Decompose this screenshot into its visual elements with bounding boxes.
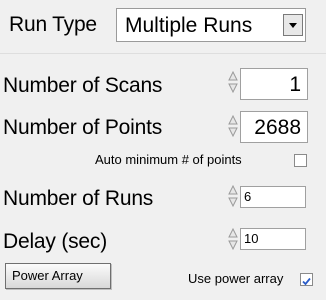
auto-minimum-label: Auto minimum # of points <box>95 152 242 167</box>
increment-icon[interactable] <box>226 183 240 196</box>
chevron-down-icon <box>289 23 297 28</box>
auto-minimum-checkbox[interactable] <box>294 154 307 167</box>
delay-value: 10 <box>244 231 259 246</box>
delay-spinner[interactable] <box>226 226 240 252</box>
number-of-runs-label: Number of Runs <box>3 187 154 210</box>
decrement-icon[interactable] <box>226 126 240 139</box>
number-of-runs-value: 6 <box>244 189 252 204</box>
number-of-scans-label: Number of Scans <box>3 74 163 97</box>
increment-icon[interactable] <box>226 226 240 239</box>
decrement-icon[interactable] <box>226 196 240 209</box>
number-of-scans-value: 1 <box>289 73 301 96</box>
dropdown-button[interactable] <box>283 14 303 36</box>
use-power-array-checkbox[interactable] <box>300 273 313 286</box>
delay-input[interactable]: 10 <box>240 228 306 250</box>
section-divider <box>0 53 326 54</box>
increment-icon[interactable] <box>226 113 240 126</box>
increment-icon[interactable] <box>226 69 240 82</box>
points-spinner[interactable] <box>226 113 240 139</box>
use-power-array-label: Use power array <box>188 271 284 286</box>
run-type-label: Run Type <box>9 13 97 36</box>
runs-spinner[interactable] <box>226 183 240 209</box>
run-type-value: Multiple Runs <box>125 14 253 37</box>
power-array-button[interactable]: Power Array <box>5 263 111 289</box>
checkmark-icon <box>302 277 311 286</box>
number-of-points-label: Number of Points <box>3 116 163 139</box>
number-of-points-value: 2688 <box>254 116 301 139</box>
number-of-runs-input[interactable]: 6 <box>240 186 306 208</box>
scans-spinner[interactable] <box>226 69 240 95</box>
delay-label: Delay (sec) <box>3 230 107 253</box>
decrement-icon[interactable] <box>226 239 240 252</box>
decrement-icon[interactable] <box>226 82 240 95</box>
number-of-points-input[interactable]: 2688 <box>240 111 308 143</box>
power-array-button-label: Power Array <box>12 268 83 283</box>
number-of-scans-input[interactable]: 1 <box>240 68 308 100</box>
run-type-select[interactable]: Multiple Runs <box>116 8 306 42</box>
